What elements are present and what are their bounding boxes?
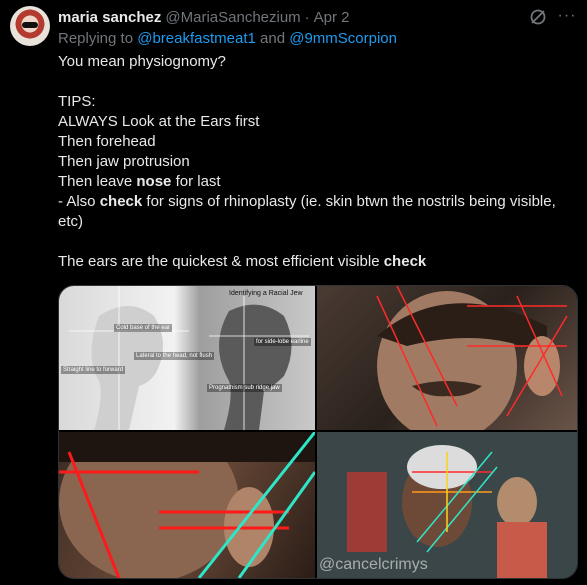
mention-link-2[interactable]: @9mmScorpion (289, 30, 397, 47)
text-line: etc) (58, 213, 84, 230)
annotation-label: for side-lobe earline (254, 338, 311, 346)
replying-to: Replying to @breakfastmeat1 and @9mmScor… (58, 30, 397, 47)
text-line: TIPS: (58, 93, 96, 110)
annotation-label: Lateral to the head, not flush (134, 352, 215, 360)
annotation-label: Straight line to forward (61, 366, 126, 374)
text-line: Then leave nose for last (58, 172, 578, 192)
author-handle[interactable]: @MariaSanchezium (165, 9, 300, 26)
watermark-text: @cancelcrimys (319, 556, 428, 573)
text-line: The ears are the quickest & most efficie… (58, 252, 578, 272)
annotation-label: Cold base of the ear (114, 324, 173, 332)
text-line: - Also check for signs of rhinoplasty (i… (58, 192, 578, 212)
text-line: ALWAYS Look at the Ears first (58, 113, 260, 130)
avatar[interactable] (10, 6, 50, 46)
ear-closeup-with-lines (59, 432, 315, 578)
media-image-3[interactable] (59, 432, 315, 578)
separator-dot: · (304, 8, 310, 26)
author-name[interactable]: maria sanchez (58, 9, 161, 26)
replying-to-prefix: Replying to (58, 30, 134, 47)
tweet[interactable]: maria sanchez @MariaSanchezium · Apr 2 ·… (0, 0, 587, 585)
text-line: You mean physiognomy? (58, 53, 226, 70)
bold-text: check (383, 253, 427, 270)
photo-with-red-lines (376, 286, 568, 430)
text-segment: for last (171, 173, 221, 190)
tweet-date[interactable]: Apr 2 (314, 9, 350, 26)
more-options-icon[interactable]: ··· (556, 6, 578, 26)
replying-to-conjunction: and (260, 30, 286, 47)
mention-link-1[interactable]: @breakfastmeat1 (137, 30, 256, 47)
tweet-header: maria sanchez @MariaSanchezium · Apr 2 (58, 6, 350, 28)
text-line: Then jaw protrusion (58, 153, 190, 170)
text-segment: - Also (58, 193, 100, 210)
bold-text: nose (136, 173, 172, 190)
annotation-label: Prognathism sub ridge jaw (207, 384, 282, 392)
text-segment: Then leave (58, 173, 137, 190)
panel-title: Identifying a Racial Jew (229, 290, 303, 297)
media-image-4[interactable]: @cancelcrimys (317, 432, 577, 578)
text-line: Then forehead (58, 133, 156, 150)
media-image-2[interactable] (317, 286, 577, 430)
media-grid: Identifying a Racial Jew Cold base of th… (58, 285, 578, 579)
tweet-text: You mean physiognomy? TIPS: ALWAYS Look … (58, 52, 578, 272)
bold-text: check (99, 193, 143, 210)
media-image-1[interactable]: Identifying a Racial Jew Cold base of th… (59, 286, 315, 430)
text-segment: The ears are the quickest & most efficie… (58, 253, 384, 270)
text-segment: for signs of rhinoplasty (ie. skin btwn … (142, 193, 556, 210)
grok-icon[interactable] (528, 7, 548, 27)
